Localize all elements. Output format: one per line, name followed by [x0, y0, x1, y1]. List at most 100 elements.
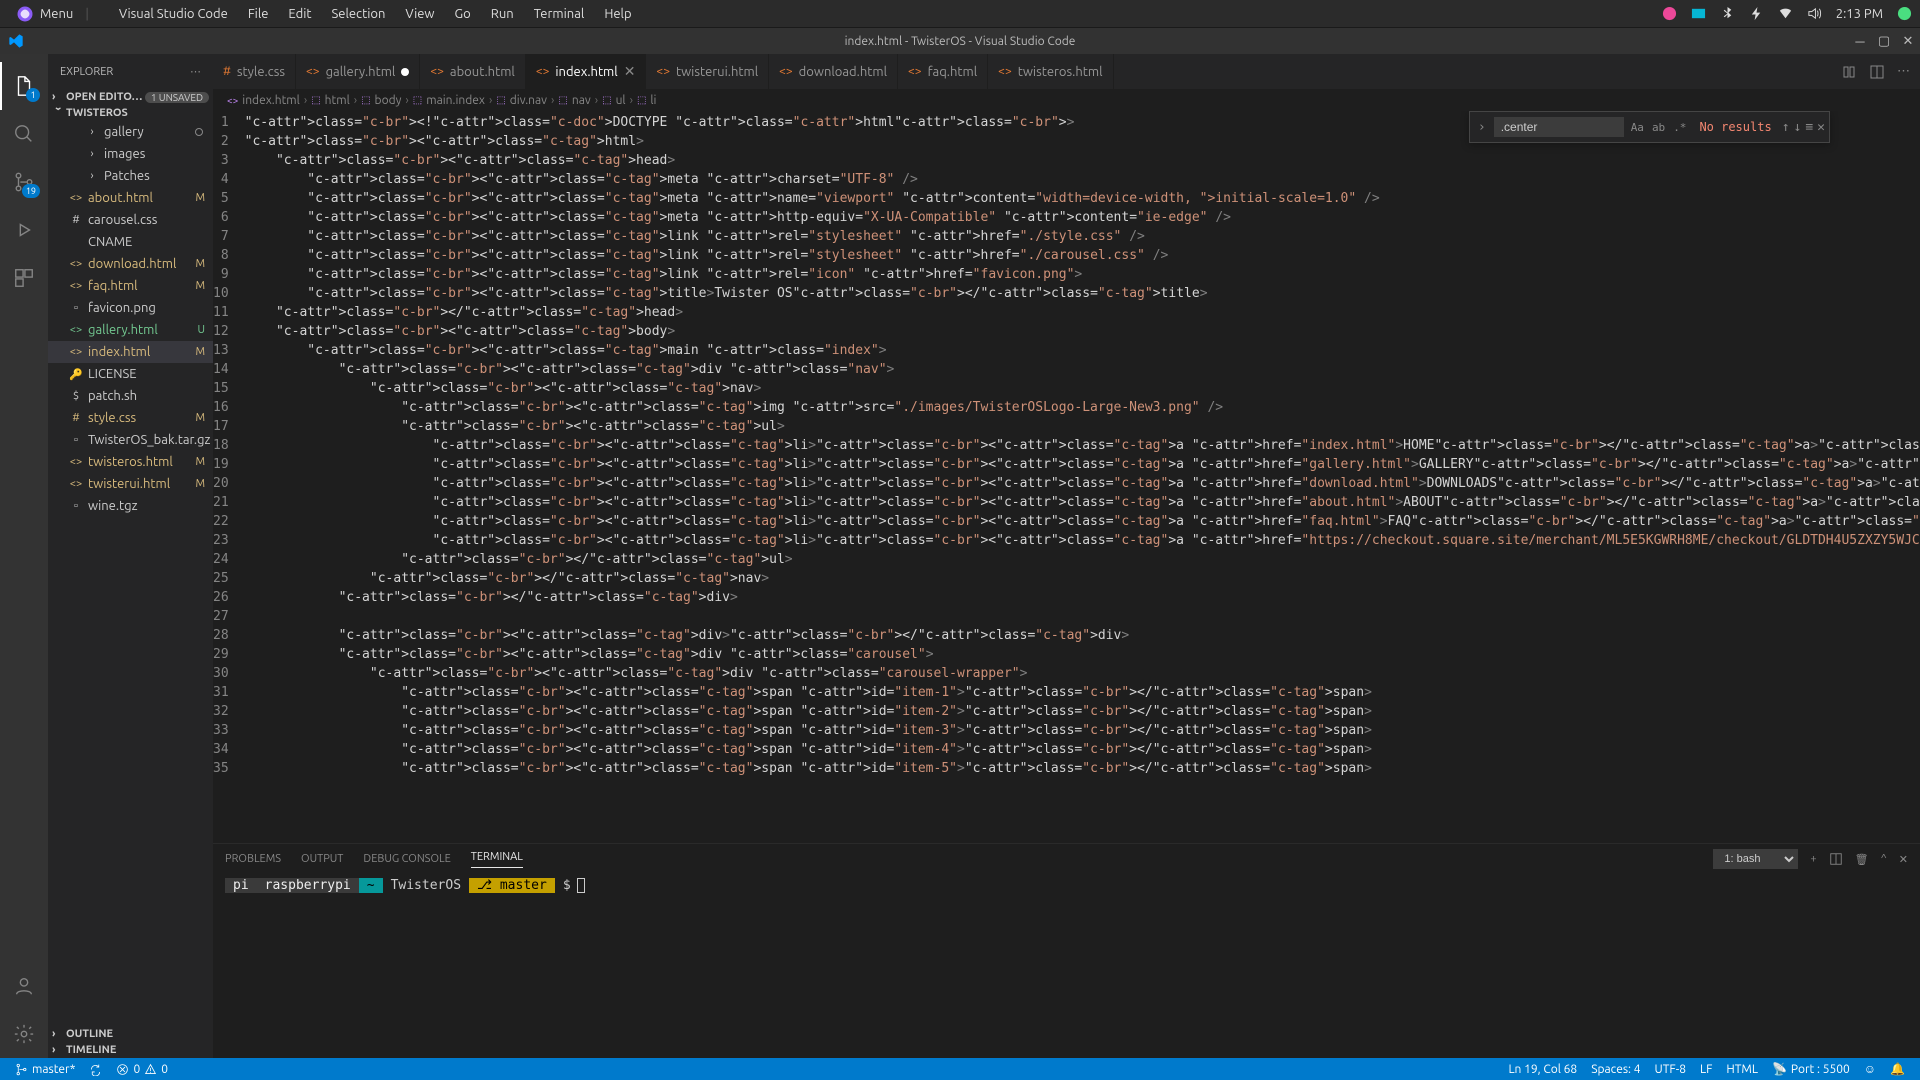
file-item-gallery[interactable]: ›gallery [48, 121, 213, 143]
activity-accounts[interactable] [0, 962, 48, 1010]
menu-file[interactable]: File [238, 7, 279, 21]
session-icon[interactable] [1897, 6, 1912, 21]
tab-download-html[interactable]: <>download.html [769, 54, 898, 89]
volume-icon[interactable] [1807, 6, 1822, 21]
terminal-maximize-icon[interactable]: ^ [1881, 853, 1887, 865]
breadcrumb-segment[interactable]: html [325, 94, 350, 107]
status-errors[interactable]: 0 0 [109, 1063, 175, 1076]
menu-go[interactable]: Go [445, 7, 481, 21]
file-item-LICENSE[interactable]: 🔑LICENSE [48, 363, 213, 385]
find-toggle-icon[interactable]: › [1474, 118, 1490, 137]
terminal-close-icon[interactable]: ✕ [1899, 853, 1908, 866]
power-icon[interactable] [1749, 6, 1764, 21]
bluetooth-icon[interactable] [1720, 6, 1735, 21]
close-icon[interactable]: ✕ [624, 63, 636, 80]
match-case-icon[interactable]: Aa [1628, 116, 1647, 139]
find-next-icon[interactable]: ↓ [1794, 118, 1802, 137]
activity-debug[interactable] [0, 206, 48, 254]
status-eol[interactable]: LF [1693, 1062, 1719, 1076]
terminal-select[interactable]: 1: bash [1713, 849, 1798, 869]
status-encoding[interactable]: UTF-8 [1648, 1062, 1693, 1076]
status-branch[interactable]: master* [8, 1063, 82, 1076]
menu-selection[interactable]: Selection [321, 7, 395, 21]
tab-gallery-html[interactable]: <>gallery.html [296, 54, 420, 89]
breadcrumb[interactable]: <> index.html›⬚ html›⬚ body›⬚ main.index… [213, 89, 1920, 111]
breadcrumb-segment[interactable]: index.html [242, 94, 300, 107]
file-item-favicon-png[interactable]: ▫favicon.png [48, 297, 213, 319]
file-item-about-html[interactable]: <>about.htmlM [48, 187, 213, 209]
tray-display-icon[interactable] [1691, 6, 1706, 21]
match-word-icon[interactable]: ab [1649, 116, 1668, 139]
tab-index-html[interactable]: <>index.html✕ [526, 54, 647, 89]
tray-app-icon[interactable] [1662, 6, 1677, 21]
activity-explorer[interactable]: 1 [0, 62, 48, 110]
tab-style-css[interactable]: #style.css [213, 54, 296, 89]
status-feedback[interactable]: ☺ [1857, 1062, 1883, 1076]
find-close-icon[interactable]: ✕ [1817, 118, 1825, 137]
clock[interactable]: 2:13 PM [1836, 7, 1883, 21]
panel-tab-terminal[interactable]: TERMINAL [471, 851, 523, 868]
breadcrumb-segment[interactable]: div.nav [510, 94, 547, 107]
breadcrumb-segment[interactable]: li [650, 94, 656, 107]
panel-tab-debug[interactable]: DEBUG CONSOLE [363, 853, 450, 865]
panel-tab-output[interactable]: OUTPUT [301, 853, 343, 865]
file-item-index-html[interactable]: <>index.htmlM [48, 341, 213, 363]
menu-run[interactable]: Run [481, 7, 524, 21]
close-button[interactable]: ✕ [1896, 28, 1920, 54]
breadcrumb-segment[interactable]: nav [572, 94, 591, 107]
file-item-wine-tgz[interactable]: ▫wine.tgz [48, 495, 213, 517]
file-item-style-css[interactable]: #style.cssM [48, 407, 213, 429]
file-item-download-html[interactable]: <>download.htmlM [48, 253, 213, 275]
system-menu-button[interactable]: Menu [8, 5, 81, 23]
find-prev-icon[interactable]: ↑ [1782, 118, 1790, 137]
code-content[interactable]: "c-attr">class="c-br"><!"c-attr">class="… [245, 111, 1920, 843]
timeline-section[interactable]: › TIMELINE [48, 1042, 213, 1058]
regex-icon[interactable]: .* [1670, 116, 1689, 139]
menu-terminal[interactable]: Terminal [524, 7, 595, 21]
status-cursor[interactable]: Ln 19, Col 68 [1501, 1062, 1584, 1076]
maximize-button[interactable]: ▢ [1872, 28, 1896, 54]
folder-section[interactable]: › TWISTEROS [48, 105, 213, 121]
outline-section[interactable]: › OUTLINE [48, 1026, 213, 1042]
split-icon[interactable] [1869, 64, 1885, 80]
breadcrumb-segment[interactable]: ul [616, 94, 626, 107]
breadcrumb-segment[interactable]: body [375, 94, 402, 107]
activity-extensions[interactable] [0, 254, 48, 302]
wifi-icon[interactable] [1778, 6, 1793, 21]
file-item-patch-sh[interactable]: $patch.sh [48, 385, 213, 407]
tab-about-html[interactable]: <>about.html [420, 54, 525, 89]
activity-search[interactable] [0, 110, 48, 158]
activity-scm[interactable]: 19 [0, 158, 48, 206]
panel-tab-problems[interactable]: PROBLEMS [225, 853, 281, 865]
menu-view[interactable]: View [395, 7, 444, 21]
terminal-new-icon[interactable]: + [1810, 853, 1816, 865]
file-item-Patches[interactable]: ›Patches [48, 165, 213, 187]
tab-twisteros-html[interactable]: <>twisteros.html [988, 54, 1113, 89]
editor[interactable]: 1234567891011121314151617181920212223242… [213, 111, 1920, 843]
compare-icon[interactable] [1841, 64, 1857, 80]
status-port[interactable]: 📡 Port : 5500 [1765, 1062, 1857, 1076]
status-lang[interactable]: HTML [1719, 1062, 1765, 1076]
menu-edit[interactable]: Edit [278, 7, 321, 21]
status-bell[interactable]: 🔔 [1883, 1062, 1912, 1076]
file-item-faq-html[interactable]: <>faq.htmlM [48, 275, 213, 297]
file-item-CNAME[interactable]: CNAME [48, 231, 213, 253]
menu-app[interactable]: Visual Studio Code [109, 7, 238, 21]
file-item-carousel-css[interactable]: #carousel.css [48, 209, 213, 231]
file-item-twisteros-html[interactable]: <>twisteros.htmlM [48, 451, 213, 473]
terminal-split-icon[interactable] [1829, 852, 1843, 866]
menu-help[interactable]: Help [594, 7, 641, 21]
open-editors-section[interactable]: › OPEN EDITO… 1 UNSAVED [48, 89, 213, 105]
file-item-TwisterOS_bak-tar-gz[interactable]: ▫TwisterOS_bak.tar.gz [48, 429, 213, 451]
find-input[interactable] [1494, 117, 1624, 137]
file-item-images[interactable]: ›images [48, 143, 213, 165]
file-item-twisterui-html[interactable]: <>twisterui.htmlM [48, 473, 213, 495]
breadcrumb-segment[interactable]: main.index [426, 94, 485, 107]
tab-twisterui-html[interactable]: <>twisterui.html [646, 54, 769, 89]
terminal[interactable]: pi raspberrypi ~ TwisterOS ⎇ master $ [213, 874, 1920, 1058]
status-sync[interactable] [82, 1063, 109, 1076]
tab-faq-html[interactable]: <>faq.html [898, 54, 988, 89]
status-spaces[interactable]: Spaces: 4 [1584, 1062, 1647, 1076]
sidebar-more-icon[interactable]: ⋯ [190, 65, 201, 78]
minimize-button[interactable]: ─ [1848, 28, 1872, 54]
